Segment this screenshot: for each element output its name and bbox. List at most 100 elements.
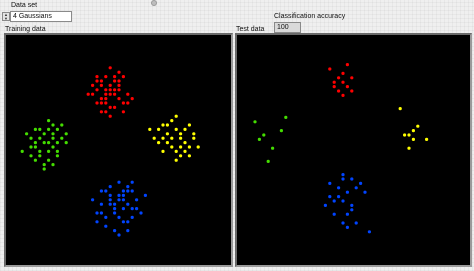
data-point <box>108 105 112 109</box>
data-point <box>104 92 108 96</box>
data-point <box>104 75 108 79</box>
data-point <box>47 127 51 131</box>
data-point <box>130 215 134 219</box>
data-point <box>161 149 165 153</box>
data-point <box>47 119 51 123</box>
test-data-graph[interactable] <box>235 33 472 267</box>
data-point <box>113 88 117 92</box>
data-point <box>95 75 99 79</box>
data-point <box>407 133 411 137</box>
data-point <box>104 88 108 92</box>
data-point <box>192 132 196 136</box>
data-point <box>113 75 117 79</box>
data-point <box>179 145 183 149</box>
data-point <box>117 180 121 184</box>
data-point <box>341 173 345 177</box>
data-point <box>29 136 33 140</box>
dataset-field[interactable]: 4 Gaussians <box>10 11 72 22</box>
data-point <box>38 127 42 131</box>
data-point <box>60 136 64 140</box>
data-point <box>152 136 156 140</box>
data-point <box>113 202 117 206</box>
data-point <box>108 185 112 189</box>
data-point <box>38 154 42 158</box>
data-point <box>411 137 415 141</box>
data-point <box>99 189 103 193</box>
data-point <box>121 189 125 193</box>
data-point <box>341 177 345 181</box>
data-point <box>108 92 112 96</box>
data-point <box>332 80 336 84</box>
data-point <box>113 211 117 215</box>
data-point <box>51 145 55 149</box>
data-point <box>161 123 165 127</box>
data-point <box>60 123 64 127</box>
data-point <box>407 146 411 150</box>
data-point <box>165 123 169 127</box>
data-point <box>187 123 191 127</box>
data-point <box>99 83 103 87</box>
data-point <box>108 202 112 206</box>
data-point <box>55 127 60 131</box>
data-point <box>179 154 183 158</box>
data-point <box>108 114 112 118</box>
data-point <box>113 207 117 211</box>
data-point <box>403 133 407 137</box>
data-point <box>157 127 161 131</box>
data-point <box>113 229 117 233</box>
data-point <box>341 199 345 203</box>
data-point <box>126 229 130 233</box>
data-point <box>121 193 125 197</box>
training-data-graph[interactable] <box>4 33 233 267</box>
dataset-spinner[interactable]: ▲ ▼ <box>2 12 10 21</box>
data-point <box>174 149 178 153</box>
data-point <box>266 159 270 163</box>
data-point <box>174 114 178 118</box>
data-point <box>29 145 33 149</box>
data-point <box>332 199 336 203</box>
data-point <box>104 224 108 228</box>
data-point <box>121 101 125 105</box>
data-point <box>337 186 341 190</box>
data-point <box>33 141 37 145</box>
data-point <box>328 195 332 199</box>
data-point <box>126 202 130 206</box>
data-point <box>165 132 169 136</box>
data-point <box>354 221 358 225</box>
data-point <box>51 136 55 140</box>
data-point <box>425 137 429 141</box>
data-point <box>345 190 349 194</box>
data-point <box>95 79 99 83</box>
data-point <box>196 145 200 149</box>
data-point <box>47 141 51 145</box>
data-point <box>29 154 33 158</box>
data-point <box>135 207 139 211</box>
data-point <box>130 97 134 101</box>
scroll-knob[interactable] <box>151 0 157 6</box>
data-point <box>416 124 420 128</box>
data-point <box>33 127 37 131</box>
data-point <box>91 92 95 96</box>
data-point <box>411 129 415 133</box>
data-point <box>55 149 60 153</box>
data-point <box>117 97 121 101</box>
data-point <box>117 88 121 92</box>
data-point <box>130 180 134 184</box>
data-point <box>130 207 134 211</box>
data-point <box>350 208 354 212</box>
data-point <box>143 193 147 197</box>
data-point <box>33 158 37 162</box>
data-point <box>183 149 187 153</box>
training-scatter-plot <box>20 66 200 237</box>
data-point <box>104 101 108 105</box>
data-point <box>323 203 327 207</box>
data-point <box>359 181 363 185</box>
data-point <box>341 80 345 84</box>
data-point <box>337 89 341 93</box>
data-point <box>363 190 367 194</box>
data-point <box>367 230 371 234</box>
data-point <box>328 67 332 71</box>
data-point <box>38 149 42 153</box>
data-point <box>42 163 46 167</box>
data-point <box>20 149 24 153</box>
